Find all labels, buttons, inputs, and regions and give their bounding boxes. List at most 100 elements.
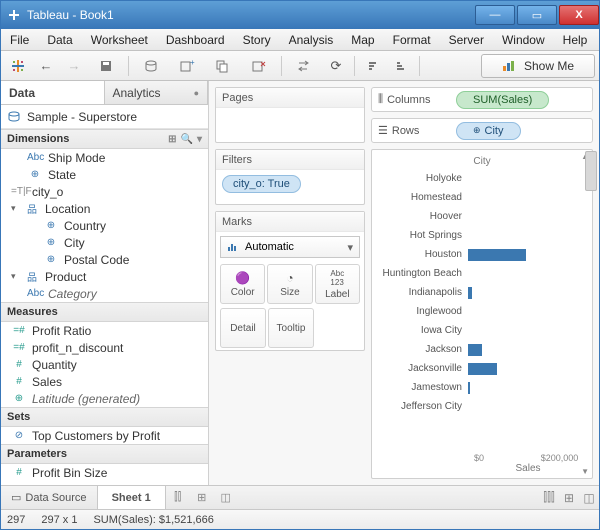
field-profit-n-discount[interactable]: =#profit_n_discount <box>1 339 208 356</box>
field-postal-code[interactable]: ⊕Postal Code <box>1 251 208 268</box>
rows-shelf[interactable]: ☰Rows ⊕City <box>371 118 593 143</box>
size-icon: ◔ <box>286 271 293 285</box>
field-quantity[interactable]: #Quantity <box>1 356 208 373</box>
new-sheet-button[interactable]: + <box>170 54 204 78</box>
new-dashboard-icon[interactable]: ⊞ <box>190 491 214 504</box>
menu-format[interactable]: Format <box>384 33 440 47</box>
tab-analytics[interactable]: Analytics● <box>105 81 209 104</box>
field-state[interactable]: ⊕State <box>1 166 208 183</box>
type-icon: =# <box>11 325 27 336</box>
field-sales[interactable]: #Sales <box>1 373 208 390</box>
status-aggregate: SUM(Sales): $1,521,666 <box>93 514 213 526</box>
menu-data[interactable]: Data <box>38 33 81 47</box>
viz-row[interactable]: Indianapolis <box>376 283 588 301</box>
bar[interactable] <box>468 363 497 375</box>
grid-icon[interactable]: ⊞ <box>559 491 579 505</box>
scroll-down-icon[interactable]: ▼ <box>581 467 589 476</box>
slide-icon[interactable]: ◫ <box>579 491 599 505</box>
viz-row[interactable]: Houston <box>376 245 588 263</box>
field-city[interactable]: ⊕City <box>1 234 208 251</box>
tab-data[interactable]: Data <box>1 81 105 104</box>
field-product[interactable]: ▾品Product <box>1 268 208 285</box>
columns-pill[interactable]: SUM(Sales) <box>456 91 549 109</box>
toolbar: ← → + ⟳ Show Me <box>1 51 599 81</box>
menu-window[interactable]: Window <box>493 33 554 47</box>
viz-row[interactable]: Iowa City <box>376 321 588 339</box>
refresh-button[interactable]: ⟳ <box>323 54 349 78</box>
field-latitude-generated-[interactable]: ⊕Latitude (generated) <box>1 390 208 407</box>
viz-canvas[interactable]: City HolyokeHomesteadHooverHot SpringsHo… <box>371 149 593 479</box>
field-profit-bin-size[interactable]: #Profit Bin Size <box>1 464 208 481</box>
viz-row[interactable]: Jamestown <box>376 378 588 396</box>
menu-dashboard[interactable]: Dashboard <box>157 33 234 47</box>
menu-file[interactable]: File <box>1 33 38 47</box>
viz-row[interactable]: Inglewood <box>376 302 588 320</box>
marks-detail-button[interactable]: Detail <box>220 308 266 348</box>
filters-shelf[interactable]: Filters city_o: True <box>215 149 365 205</box>
menu-help[interactable]: Help <box>554 33 597 47</box>
rows-pill[interactable]: ⊕City <box>456 122 521 140</box>
maximize-button[interactable]: ▭ <box>517 5 557 25</box>
film-icon[interactable]: ⫿⫿⫿ <box>539 490 559 505</box>
bar[interactable] <box>468 344 482 356</box>
marks-type-dropdown[interactable]: Automatic▾ <box>220 236 360 258</box>
app-icon <box>7 8 21 22</box>
new-story-icon[interactable]: ◫ <box>214 491 238 504</box>
sort-asc-button[interactable] <box>360 54 386 78</box>
menu-story[interactable]: Story <box>234 33 280 47</box>
datasource-button[interactable] <box>134 54 168 78</box>
field-city-o[interactable]: =T|Fcity_o <box>1 183 208 200</box>
menu-server[interactable]: Server <box>440 33 493 47</box>
viz-row[interactable]: Jackson <box>376 340 588 358</box>
bar[interactable] <box>468 249 526 261</box>
pages-shelf[interactable]: Pages <box>215 87 365 143</box>
marks-tooltip-button[interactable]: Tooltip <box>268 308 314 348</box>
logo-icon[interactable] <box>5 54 31 78</box>
viz-row[interactable]: Hot Springs <box>376 226 588 244</box>
marks-label-button[interactable]: Abc123Label <box>315 264 360 304</box>
viz-row[interactable]: Holyoke <box>376 169 588 187</box>
viz-row[interactable]: Huntington Beach <box>376 264 588 282</box>
field-ship-mode[interactable]: AbcShip Mode <box>1 149 208 166</box>
viz-row[interactable]: Hoover <box>376 207 588 225</box>
bar[interactable] <box>468 382 470 394</box>
marks-color-button[interactable]: 🟣Color <box>220 264 265 304</box>
search-icon[interactable]: 🔍 <box>181 134 193 145</box>
field-profit-ratio[interactable]: =#Profit Ratio <box>1 322 208 339</box>
type-icon: 品 <box>24 201 40 216</box>
new-worksheet-icon[interactable]: ⫿⫿ <box>166 491 190 504</box>
close-button[interactable]: X <box>559 5 599 25</box>
viz-row[interactable]: Homestead <box>376 188 588 206</box>
field-location[interactable]: ▾品Location <box>1 200 208 217</box>
datasource-row[interactable]: Sample - Superstore <box>1 105 208 129</box>
view-icon[interactable]: ⊞ <box>168 134 176 145</box>
status-selection: 297 x 1 <box>41 514 77 526</box>
bar[interactable] <box>468 287 472 299</box>
type-icon: =T|F <box>11 186 27 197</box>
sheet1-tab[interactable]: Sheet 1 <box>97 486 166 509</box>
menu-worksheet[interactable]: Worksheet <box>82 33 157 47</box>
viz-row[interactable]: Jacksonville <box>376 359 588 377</box>
sort-desc-button[interactable] <box>388 54 414 78</box>
minimize-button[interactable]: — <box>475 5 515 25</box>
field-country[interactable]: ⊕Country <box>1 217 208 234</box>
field-top-customers-by-profit[interactable]: ⊘Top Customers by Profit <box>1 427 208 444</box>
field-category[interactable]: AbcCategory <box>1 285 208 302</box>
viz-row[interactable]: Jefferson City <box>376 397 588 415</box>
menu-map[interactable]: Map <box>342 33 383 47</box>
menu-analysis[interactable]: Analysis <box>280 33 343 47</box>
save-button[interactable] <box>89 54 123 78</box>
bar-chart-icon <box>502 60 516 72</box>
filter-pill[interactable]: city_o: True <box>222 175 301 193</box>
columns-shelf[interactable]: ⫼Columns SUM(Sales) <box>371 87 593 112</box>
showme-button[interactable]: Show Me <box>481 54 595 78</box>
forward-button[interactable]: → <box>61 54 87 78</box>
duplicate-button[interactable] <box>206 54 240 78</box>
marks-size-button[interactable]: ◔Size <box>267 264 312 304</box>
table-icon: ▭ <box>11 491 21 504</box>
back-button[interactable]: ← <box>33 54 59 78</box>
datasource-tab[interactable]: ▭Data Source <box>1 486 97 509</box>
outer-scrollbar[interactable] <box>585 151 597 191</box>
clear-button[interactable] <box>242 54 276 78</box>
swap-button[interactable] <box>287 54 321 78</box>
